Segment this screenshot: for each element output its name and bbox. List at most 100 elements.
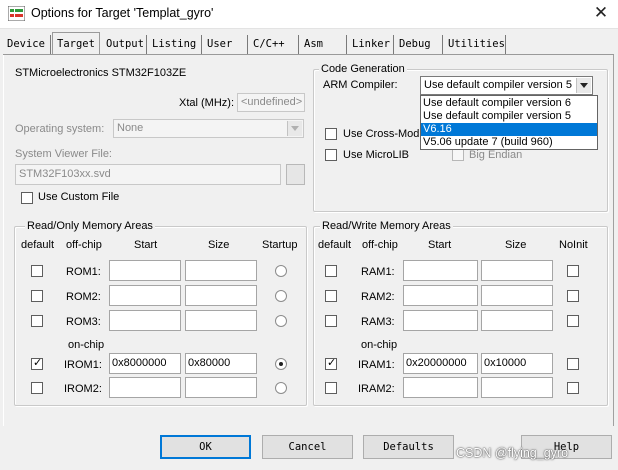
iram1-size-input[interactable]: 0x10000	[481, 353, 553, 374]
tab-cpp[interactable]: C/C++	[249, 35, 299, 54]
cross-module-checkbox[interactable]	[325, 128, 337, 140]
compiler-option[interactable]: Use default compiler version 6	[421, 97, 597, 110]
microlib-label: Use MicroLIB	[343, 149, 410, 161]
ram1-size-input[interactable]	[481, 260, 553, 281]
iram1-start-input[interactable]: 0x20000000	[403, 353, 478, 374]
rom2-default-checkbox[interactable]	[31, 290, 43, 302]
iram2-start-input[interactable]	[403, 377, 478, 398]
rw-header-noinit: NoInit	[559, 239, 588, 251]
rom3-start-input[interactable]	[109, 310, 181, 331]
ok-button[interactable]: OK	[160, 435, 251, 459]
ram3-label: RAM3:	[361, 316, 395, 328]
arm-compiler-label: ARM Compiler:	[323, 79, 398, 91]
svd-input[interactable]: STM32F103xx.svd	[15, 164, 281, 185]
ro-header-default: default	[21, 239, 55, 251]
irom2-start-input[interactable]	[109, 377, 181, 398]
tab-debug[interactable]: Debug	[395, 35, 443, 54]
arm-compiler-dropdown: Use default compiler version 6 Use defau…	[420, 95, 598, 150]
ram2-start-input[interactable]	[403, 285, 478, 306]
ram2-noinit-checkbox[interactable]	[567, 290, 579, 302]
iram1-noinit-checkbox[interactable]	[567, 358, 579, 370]
irom2-startup-radio[interactable]	[275, 382, 287, 394]
big-endian-checkbox[interactable]	[452, 149, 464, 161]
irom1-size-input[interactable]: 0x80000	[185, 353, 257, 374]
tab-target[interactable]: Target	[52, 32, 100, 55]
irom1-start-input[interactable]: 0x8000000	[109, 353, 181, 374]
rom1-default-checkbox[interactable]	[31, 265, 43, 277]
rw-header-start: Start	[428, 239, 452, 251]
ro-header-startup: Startup	[262, 239, 298, 251]
compiler-option-selected[interactable]: V6.16	[421, 123, 597, 136]
chevron-down-icon[interactable]	[576, 78, 591, 93]
cross-module-label: Use Cross-Modu	[343, 128, 426, 140]
rom1-start-input[interactable]	[109, 260, 181, 281]
microlib-checkbox[interactable]	[325, 149, 337, 161]
rom3-default-checkbox[interactable]	[31, 315, 43, 327]
irom1-label: IROM1:	[64, 359, 102, 371]
irom2-default-checkbox[interactable]	[31, 382, 43, 394]
iram2-default-checkbox[interactable]	[325, 382, 337, 394]
iram2-noinit-checkbox[interactable]	[567, 382, 579, 394]
rw-header-size: Size	[505, 239, 527, 251]
code-generation-title: Code Generation	[319, 63, 407, 75]
tab-user[interactable]: User	[203, 35, 248, 54]
arm-compiler-select[interactable]: Use default compiler version 5	[420, 76, 593, 95]
irom1-startup-radio[interactable]	[275, 358, 287, 370]
tab-utilities[interactable]: Utilities	[444, 35, 506, 54]
ram1-default-checkbox[interactable]	[325, 265, 337, 277]
ram3-size-input[interactable]	[481, 310, 553, 331]
irom2-size-input[interactable]	[185, 377, 257, 398]
cancel-button[interactable]: Cancel	[262, 435, 353, 459]
window-title: Options for Target 'Templat_gyro'	[31, 6, 214, 20]
iram2-size-input[interactable]	[481, 377, 553, 398]
os-select-value: None	[117, 122, 144, 134]
rom1-size-input[interactable]	[185, 260, 257, 281]
compiler-option[interactable]: V5.06 update 7 (build 960)	[421, 136, 597, 149]
svd-browse-button[interactable]	[286, 164, 305, 185]
use-custom-file-checkbox[interactable]	[21, 192, 33, 204]
ram2-default-checkbox[interactable]	[325, 290, 337, 302]
tab-output[interactable]: Output	[102, 35, 147, 54]
rw-header-offchip: off-chip	[362, 239, 398, 251]
rom2-startup-radio[interactable]	[275, 290, 287, 302]
ram2-label: RAM2:	[361, 291, 395, 303]
tab-listing[interactable]: Listing	[148, 35, 202, 54]
ram1-label: RAM1:	[361, 266, 395, 278]
rw-memory-title: Read/Write Memory Areas	[320, 220, 453, 232]
xtal-input[interactable]: <undefined>	[237, 93, 305, 112]
ram3-default-checkbox[interactable]	[325, 315, 337, 327]
irom2-label: IROM2:	[64, 383, 102, 395]
rw-header-default: default	[318, 239, 352, 251]
keil-options-icon	[8, 6, 25, 21]
ram3-noinit-checkbox[interactable]	[567, 315, 579, 327]
tab-device[interactable]: Device	[3, 35, 51, 54]
rom1-startup-radio[interactable]	[275, 265, 287, 277]
rom2-size-input[interactable]	[185, 285, 257, 306]
ram1-noinit-checkbox[interactable]	[567, 265, 579, 277]
xtal-label: Xtal (MHz):	[179, 97, 234, 109]
big-endian-label: Big Endian	[469, 149, 523, 161]
device-name: STMicroelectronics STM32F103ZE	[15, 67, 187, 79]
tab-linker[interactable]: Linker	[348, 35, 394, 54]
ro-onchip-label: on-chip	[68, 339, 105, 351]
iram1-label: IRAM1:	[358, 359, 395, 371]
tab-asm[interactable]: Asm	[300, 35, 347, 54]
os-select[interactable]: None	[113, 119, 304, 138]
ram1-start-input[interactable]	[403, 260, 478, 281]
rom3-label: ROM3:	[66, 316, 101, 328]
arm-compiler-value: Use default compiler version 5	[424, 79, 572, 91]
ro-header-size: Size	[208, 239, 230, 251]
use-custom-file-label: Use Custom File	[38, 191, 120, 203]
iram1-default-checkbox[interactable]	[325, 356, 337, 370]
rom1-label: ROM1:	[66, 266, 101, 278]
defaults-button[interactable]: Defaults	[363, 435, 454, 459]
compiler-option[interactable]: Use default compiler version 5	[421, 110, 597, 123]
ram2-size-input[interactable]	[481, 285, 553, 306]
rom3-size-input[interactable]	[185, 310, 257, 331]
close-icon[interactable]: ✕	[591, 3, 611, 23]
ram3-start-input[interactable]	[403, 310, 478, 331]
rw-onchip-label: on-chip	[361, 339, 398, 351]
rom3-startup-radio[interactable]	[275, 315, 287, 327]
irom1-default-checkbox[interactable]	[31, 356, 43, 370]
rom2-start-input[interactable]	[109, 285, 181, 306]
